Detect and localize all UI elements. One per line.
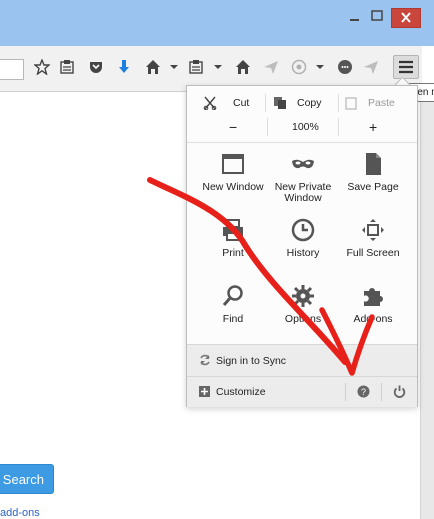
item-label: Add-ons [353, 313, 393, 325]
maximize-icon[interactable] [370, 9, 384, 23]
window-icon [222, 154, 244, 174]
item-label: New Window [202, 181, 264, 193]
circle-icon[interactable] [291, 59, 307, 75]
fullscreen-icon [362, 219, 384, 241]
edit-controls: Cut Copy Paste − 100% + [187, 86, 417, 142]
reading-list-icon[interactable] [59, 59, 75, 75]
item-label: Full Screen [346, 247, 400, 259]
svg-text:?: ? [361, 387, 366, 397]
full-screen-item[interactable]: Full Screen [337, 218, 409, 278]
save-page-item[interactable]: Save Page [337, 152, 409, 212]
cut-button[interactable]: Cut [233, 92, 249, 114]
new-window-item[interactable]: New Window [197, 152, 269, 212]
hamburger-menu-panel: Cut Copy Paste − 100% + New Window New P… [186, 85, 418, 407]
sync-label: Sign in to Sync [216, 355, 287, 367]
scrollbar[interactable] [420, 92, 434, 519]
pocket-icon[interactable] [88, 59, 104, 75]
sign-in-to-sync-row[interactable]: Sign in to Sync [187, 344, 417, 377]
scissors-icon [203, 96, 217, 110]
search-button[interactable]: Search [0, 464, 54, 494]
clipboard-icon[interactable] [188, 59, 204, 75]
window-titlebar [0, 0, 434, 46]
divider [265, 94, 266, 112]
find-item[interactable]: Find [197, 284, 269, 344]
hamburger-icon [399, 60, 413, 74]
zoom-reset-button[interactable]: 100% [292, 116, 319, 138]
power-icon[interactable] [393, 385, 406, 398]
print-item[interactable]: Print [197, 218, 269, 278]
history-item[interactable]: History [267, 218, 339, 278]
item-label: Print [222, 247, 244, 259]
divider [187, 142, 417, 143]
send-icon[interactable] [263, 59, 279, 75]
item-label: Options [284, 313, 322, 325]
item-label: History [286, 247, 320, 259]
footer-row: Customize ? [187, 376, 417, 407]
zoom-in-button[interactable]: + [369, 116, 377, 138]
printer-icon [223, 219, 243, 241]
magnifier-icon [222, 285, 243, 306]
zoom-out-button[interactable]: − [229, 116, 237, 138]
close-icon [401, 12, 411, 23]
add-ons-item[interactable]: Add-ons [337, 284, 409, 344]
puzzle-icon [364, 288, 383, 306]
item-label: Save Page [347, 181, 399, 193]
close-window-button[interactable] [391, 8, 421, 28]
options-item[interactable]: Options [267, 284, 339, 344]
divider [267, 118, 268, 136]
copy-icon [274, 97, 286, 109]
download-icon[interactable] [116, 59, 132, 75]
home-icon[interactable] [145, 59, 161, 75]
divider [381, 383, 382, 401]
item-label: New Private Window [274, 181, 332, 204]
minimize-icon[interactable] [348, 9, 362, 23]
new-private-window-item[interactable]: New Private Window [267, 152, 339, 212]
copy-button[interactable]: Copy [297, 92, 322, 114]
url-bar[interactable] [0, 59, 24, 80]
chevron-down-icon[interactable] [166, 59, 182, 75]
item-label: Find [222, 313, 244, 325]
chevron-down-icon[interactable] [210, 59, 226, 75]
customize-label: Customize [216, 386, 266, 398]
divider [345, 383, 346, 401]
mask-icon [292, 159, 314, 169]
paste-icon [345, 97, 357, 110]
help-icon[interactable]: ? [357, 385, 370, 398]
gear-icon [292, 285, 314, 307]
paste-button[interactable]: Paste [368, 92, 395, 114]
bookmark-star-icon[interactable] [34, 59, 50, 75]
divider [338, 94, 339, 112]
page-icon [366, 153, 381, 175]
add-ons-link[interactable]: add-ons [0, 507, 40, 519]
clock-icon [291, 218, 315, 242]
open-menu-button[interactable] [393, 55, 419, 79]
divider [338, 118, 339, 136]
customize-button[interactable]: Customize [187, 377, 345, 407]
plus-square-icon [199, 386, 210, 397]
send-icon[interactable] [363, 59, 379, 75]
home-icon[interactable] [235, 59, 251, 75]
chat-icon[interactable] [337, 59, 353, 75]
sync-icon [200, 354, 210, 366]
chevron-down-icon[interactable] [312, 59, 328, 75]
